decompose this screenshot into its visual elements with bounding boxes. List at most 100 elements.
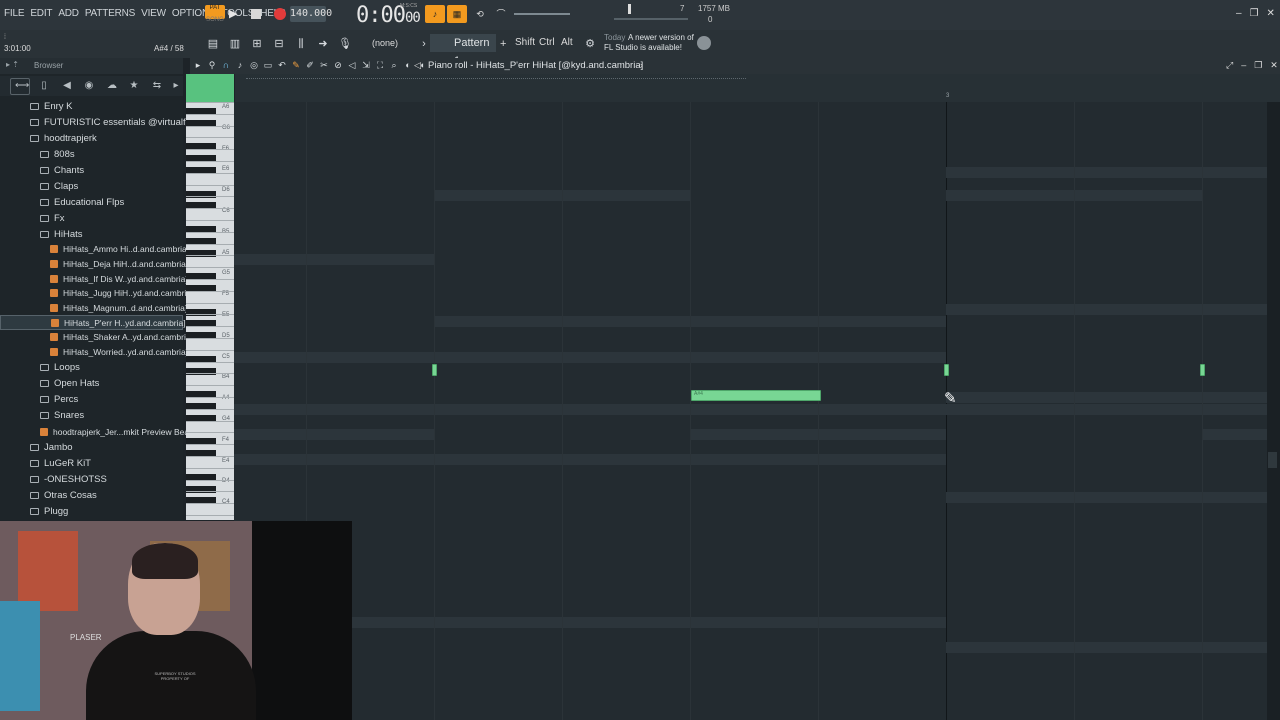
pr-minimize-icon[interactable]: – (1241, 60, 1246, 71)
menu-add[interactable]: ADD (58, 8, 79, 19)
browser-folder[interactable]: Open Hats (0, 376, 183, 392)
piano-roll-icon[interactable]: ⊞ (249, 36, 265, 52)
master-volume-slider[interactable] (514, 13, 570, 15)
piano-roll-speaker-icon[interactable]: ◁ (414, 60, 421, 71)
record-button[interactable] (274, 8, 286, 20)
pr-arrow-icon[interactable]: ▸ (192, 60, 204, 71)
pr-pencil-icon[interactable]: ✎ (290, 60, 302, 71)
detach-icon[interactable]: ⤢ (1226, 60, 1233, 71)
pr-brush-icon[interactable]: ✐ (304, 60, 316, 71)
browser-folder[interactable]: Enry K (0, 98, 183, 114)
pr-maximize-icon[interactable]: ❐ (1254, 60, 1262, 71)
note-grid[interactable] (234, 102, 1267, 720)
microphone-icon[interactable]: 🎙 (337, 36, 353, 52)
vertical-scroll-thumb[interactable] (1268, 452, 1277, 468)
browser-file[interactable]: HiHats_If Dis W..yd.and.cambria] (0, 271, 188, 286)
news-line-1[interactable]: A newer version of (628, 33, 694, 42)
browser-file[interactable]: HiHats_Worried..yd.and.cambria] (0, 345, 188, 360)
browser-folder[interactable]: Claps (0, 178, 183, 194)
step-edit-toggle[interactable]: ▦ (447, 5, 467, 23)
snap-indicator[interactable] (186, 74, 234, 102)
browser-files-icon[interactable]: ▯ (38, 80, 50, 92)
menu-patterns[interactable]: PATTERNS (85, 8, 135, 19)
browser-cloud-icon[interactable]: ☁ (106, 80, 118, 92)
browser-file[interactable]: hoodtrapjerk_Jer...mkit Preview Beats (0, 424, 196, 440)
news-gear-icon[interactable]: ⚙ (582, 36, 598, 52)
add-pattern-button[interactable]: + (500, 38, 506, 50)
pr-playback-icon[interactable]: ◐ (402, 60, 414, 71)
browser-folder[interactable]: Snares (0, 408, 183, 424)
event-editor-strip[interactable] (246, 78, 746, 84)
close-icon[interactable]: ✕ (1267, 8, 1275, 19)
browser-folder[interactable]: Chants (0, 162, 183, 178)
pr-tools-icon[interactable]: ⚲ (206, 60, 218, 71)
browser-folder[interactable]: Plugg (0, 504, 183, 520)
mixer-icon[interactable]: ⊟ (271, 36, 287, 52)
note-c5-3[interactable] (1200, 364, 1205, 376)
pr-magnet-icon[interactable]: ∩ (220, 60, 232, 71)
browser-scroll-icon[interactable]: ▸ (170, 80, 182, 92)
browser-folder[interactable]: Loops (0, 360, 183, 376)
browser-star-icon[interactable]: ★ (128, 80, 140, 92)
menu-view[interactable]: VIEW (141, 8, 166, 19)
pr-undo-icon[interactable]: ↶ (276, 60, 288, 71)
browser-folder[interactable]: FUTURISTIC essentials @virtualflavor (0, 114, 206, 130)
browser-file[interactable]: HiHats_P'err H..yd.and.cambria] (0, 315, 186, 331)
browser-folder[interactable]: 808s (0, 146, 183, 162)
play-button[interactable]: ▶ (229, 7, 237, 20)
browser-back-icon[interactable]: ◀ (61, 80, 73, 92)
arrow-icon[interactable]: ➜ (315, 36, 331, 52)
pr-close-icon[interactable]: ✕ (1270, 60, 1278, 71)
song-mode-button[interactable]: SONG (205, 17, 225, 23)
minimize-icon[interactable]: – (1236, 8, 1242, 19)
plugin-picker-icon[interactable]: ⫼ (293, 36, 309, 52)
browser-folder[interactable]: -ONESHOTSS (0, 472, 183, 488)
pr-select-icon[interactable]: ⛶ (374, 60, 386, 71)
browser-folder[interactable]: Fx (0, 210, 183, 226)
browser-file[interactable]: HiHats_Magnum..d.and.cambria] (0, 301, 187, 316)
note-c5-1[interactable] (432, 364, 437, 376)
channel-rack-icon[interactable]: ▥ (227, 36, 243, 52)
pr-delete-icon[interactable]: ⊘ (332, 60, 344, 71)
browser-file[interactable]: HiHats_Ammo Hi..d.and.cambria] (0, 242, 189, 257)
browser-arrow-icon[interactable]: ▸ ⇡ (6, 60, 19, 69)
note-a-sharp-4[interactable] (691, 390, 821, 401)
vertical-scrollbar[interactable] (1267, 102, 1280, 720)
browser-folder[interactable]: Jambo (0, 440, 183, 456)
browser-folder[interactable]: hoodtrapjerk (0, 130, 183, 146)
menu-edit[interactable]: EDIT (30, 8, 52, 19)
browser-file[interactable]: HiHats_Deja HiH..d.and.cambria] (0, 257, 188, 272)
globe-icon[interactable] (697, 36, 711, 50)
browser-file[interactable]: HiHats_Jugg HiH..yd.and.cambria] (0, 286, 193, 301)
menu-tools[interactable]: TOOLS (221, 8, 254, 19)
browser-plugins-icon[interactable]: ◉ (83, 80, 95, 92)
pr-slice-icon[interactable]: ✂ (318, 60, 330, 71)
browser-file[interactable]: HiHats_Shaker A..yd.and.cambria] (0, 330, 193, 345)
stop-button[interactable] (251, 9, 261, 19)
blend-icon[interactable]: ⌒ (491, 5, 511, 23)
output-selector[interactable]: (none) (372, 38, 398, 48)
browser-all-icon[interactable]: ⟷ (15, 80, 29, 92)
menu-file[interactable]: FILE (4, 8, 25, 19)
restore-icon[interactable]: ❐ (1250, 8, 1259, 19)
pr-mute-icon[interactable]: ◁ (346, 60, 358, 71)
browser-folder[interactable]: Percs (0, 392, 183, 408)
browser-folder[interactable]: LuGeR KiT (0, 456, 183, 472)
pattern-selector[interactable]: Pattern 1 (430, 34, 496, 67)
metronome-toggle[interactable]: ♪ (425, 5, 445, 23)
tempo-display[interactable]: 140.000 (290, 6, 332, 22)
loop-record-toggle[interactable]: ⟲ (470, 5, 490, 23)
playlist-icon[interactable]: ▤ (205, 36, 221, 52)
browser-folder[interactable]: Educational Flps (0, 194, 183, 210)
browser-folder[interactable]: Otras Cosas (0, 488, 183, 504)
pr-play-icon[interactable]: ♪ (234, 60, 246, 71)
browser-link-icon[interactable]: ⇆ (151, 80, 163, 92)
browser-folder[interactable]: HiHats (0, 226, 183, 242)
piano-keyboard[interactable]: A6G6F6E6D6C6B5A5G5F5E5D5C5B4A4G4F4E4D4C4 (186, 102, 234, 528)
note-c5-2[interactable] (944, 364, 949, 376)
pr-slip-icon[interactable]: ⇲ (360, 60, 372, 71)
pr-record-icon[interactable]: ◎ (248, 60, 260, 71)
title-arrow-icon[interactable]: › (640, 60, 643, 70)
pr-zoom-icon[interactable]: ⌕ (388, 60, 400, 71)
news-line-2[interactable]: FL Studio is available! (604, 43, 682, 52)
